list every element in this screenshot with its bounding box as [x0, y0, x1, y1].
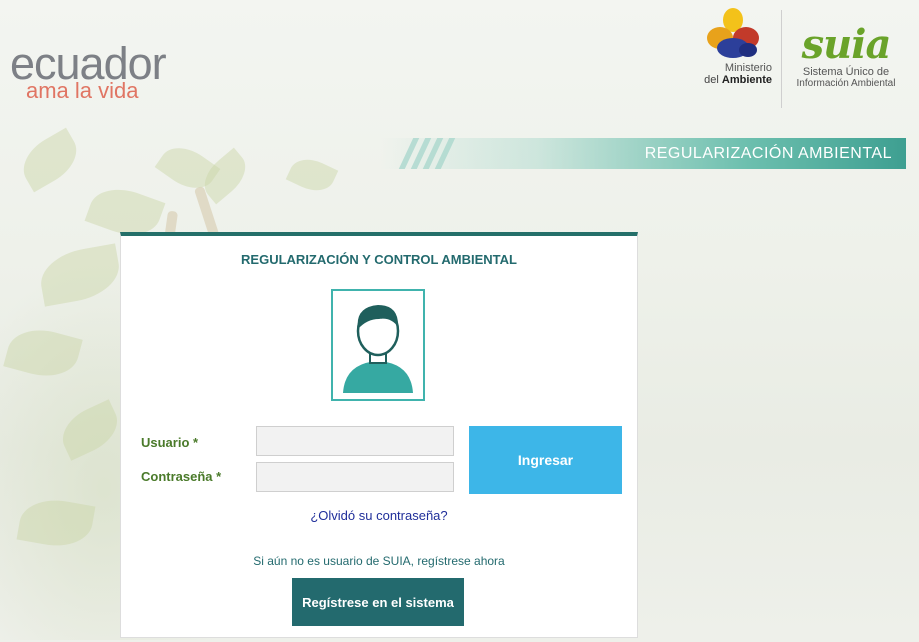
password-input[interactable] — [256, 462, 454, 492]
username-label: Usuario * — [141, 435, 199, 450]
suia-logo-mark: suia — [801, 21, 892, 68]
register-button[interactable]: Regístrese en el sistema — [292, 578, 464, 626]
login-title: REGULARIZACIÓN Y CONTROL AMBIENTAL — [241, 252, 517, 267]
logo-divider — [781, 10, 782, 108]
login-card: REGULARIZACIÓN Y CONTROL AMBIENTAL Usuar… — [120, 232, 638, 638]
avatar — [331, 289, 425, 401]
ministerio-flower-icon — [707, 8, 759, 58]
register-hint: Si aún no es usuario de SUIA, regístrese… — [253, 554, 505, 568]
ministry-line1: Ministerio — [724, 62, 772, 74]
ecuador-brand-logo: ecuador ama la vida — [10, 41, 167, 102]
username-input[interactable] — [256, 426, 454, 456]
forgot-password-link[interactable]: ¿Olvidó su contraseña? — [121, 508, 637, 523]
login-button[interactable]: Ingresar — [469, 426, 622, 494]
ministry-line2: del Ambiente — [704, 74, 772, 86]
user-avatar-icon — [343, 305, 413, 393]
banner-title: REGULARIZACIÓN AMBIENTAL — [644, 145, 892, 162]
password-label: Contraseña * — [141, 469, 222, 484]
suia-line2: Información Ambiental — [796, 78, 896, 89]
suia-logo: suia Sistema Único de Información Ambien… — [788, 21, 904, 90]
banner-stripes-decoration — [392, 138, 462, 169]
ministerio-ambiente-logo: Ministerio del Ambiente — [694, 8, 772, 86]
suia-line1: Sistema Único de — [802, 66, 890, 78]
